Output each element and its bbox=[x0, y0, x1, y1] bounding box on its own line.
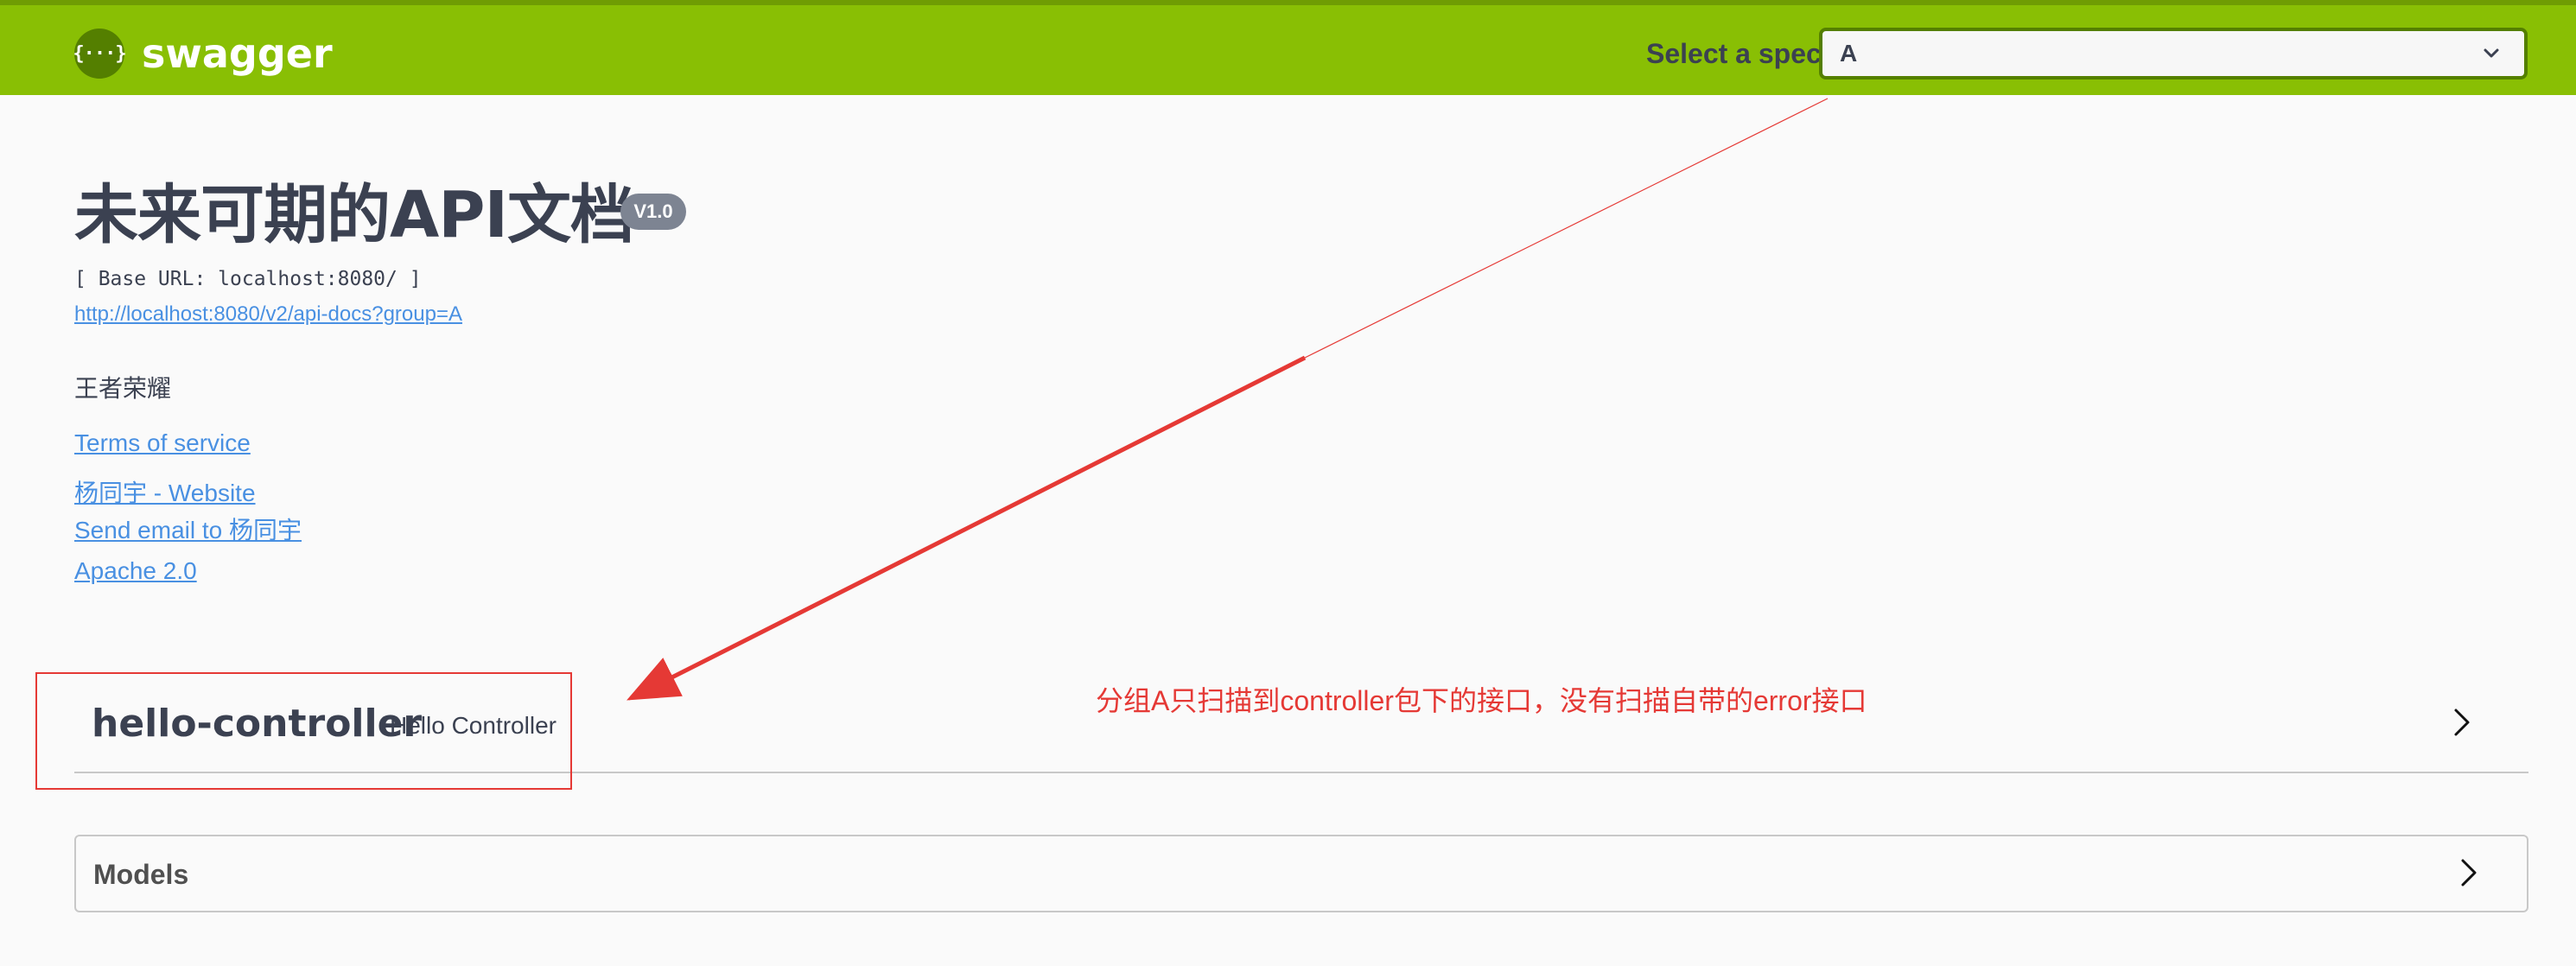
annotation-arrow bbox=[627, 98, 1829, 701]
